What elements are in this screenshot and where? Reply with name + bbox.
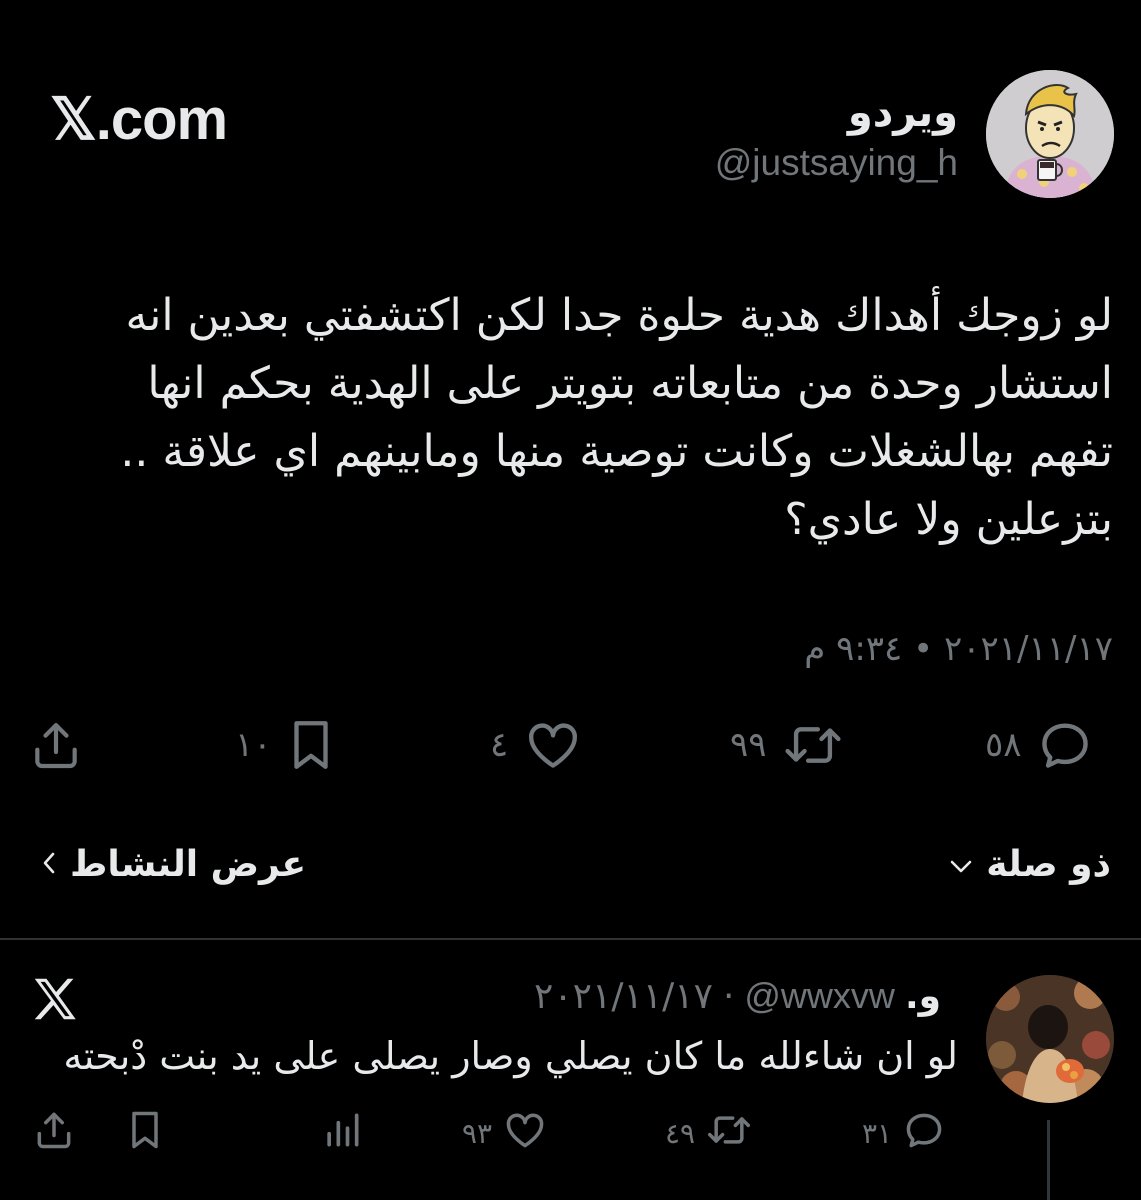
tweet-text-line: لو زوجك أهداك هدية حلوة جدا لكن اكتشفتي …	[125, 290, 1114, 341]
reply-button[interactable]: ٥٨	[985, 715, 1094, 775]
activity-label: عرض النشاط	[70, 844, 307, 885]
reply-retweet-count: ٤٩	[665, 1116, 696, 1150]
reply-reply-count: ٣١	[862, 1116, 893, 1150]
share-icon	[28, 716, 84, 774]
tweet-text-line: تفهم بهالشغلات وكانت توصية منها ومابينهم…	[120, 426, 1113, 477]
tweet-timestamp[interactable]: ٢٠٢١/١١/١٧ • ٩:٣٤ م	[804, 624, 1113, 674]
reply-display-name[interactable]: و.	[905, 973, 941, 1021]
reply-like-button[interactable]: ٩٣	[462, 1108, 548, 1158]
tweet-text: لو زوجك أهداك هدية حلوة جدا لكن اكتشفتي …	[23, 282, 1113, 554]
reply-date[interactable]: ٢٠٢١/١١/١٧	[534, 973, 713, 1021]
author-display-name[interactable]: ويردو	[848, 88, 958, 138]
reply-count: ٥٨	[985, 725, 1022, 765]
heart-icon	[502, 1108, 548, 1159]
reply-author-avatar[interactable]	[986, 975, 1114, 1103]
share-icon	[32, 1108, 76, 1159]
tweet-text-line: بتزعلين ولا عادي؟	[784, 494, 1113, 545]
thread-line	[1047, 1120, 1050, 1200]
reply-text: لو ان شاءلله ما كان يصلي وصار يصلى على ي…	[63, 1034, 958, 1078]
chevron-left-icon	[40, 840, 58, 890]
divider	[0, 938, 1141, 940]
x-logo-icon	[28, 972, 82, 1026]
reply-reply-button[interactable]: ٣١	[862, 1108, 946, 1158]
views-icon	[322, 1108, 362, 1159]
tweet-text-line: استشار وحدة من متابعاته بتويتر على الهدي…	[147, 358, 1113, 409]
reply-retweet-button[interactable]: ٤٩	[665, 1108, 753, 1158]
retweet-icon	[705, 1108, 753, 1159]
bookmark-button[interactable]: ١٠	[235, 715, 336, 775]
reply-icon	[1036, 716, 1094, 774]
reply-header: و. @wwxvw · ٢٠٢١/١١/١٧	[534, 972, 941, 1021]
reply-separator-dot: ·	[722, 976, 735, 1017]
reply-handle[interactable]: @wwxvw	[744, 972, 895, 1020]
heart-icon	[522, 716, 584, 774]
like-count: ٤	[490, 725, 509, 765]
reply-like-count: ٩٣	[462, 1116, 493, 1150]
avatar-illustration	[986, 70, 1114, 198]
bookmark-icon	[125, 1108, 165, 1159]
reply-bookmark-button[interactable]	[125, 1108, 165, 1158]
share-button[interactable]	[28, 715, 84, 775]
related-label: ذو صلة	[986, 844, 1111, 885]
view-activity-link[interactable]: عرض النشاط	[40, 840, 306, 890]
bookmark-count: ١٠	[235, 725, 272, 765]
reply-avatar-photo	[986, 975, 1114, 1103]
brand-label: 𝕏.com	[50, 87, 228, 152]
retweet-icon	[781, 716, 845, 774]
author-handle[interactable]: @justsaying_h	[715, 140, 958, 186]
reply-icon	[902, 1108, 946, 1159]
like-button[interactable]: ٤	[490, 715, 584, 775]
retweet-count: ٩٩	[730, 725, 767, 765]
reply-views-button[interactable]	[322, 1108, 362, 1158]
related-dropdown[interactable]: ذو صلة	[948, 840, 1111, 890]
chevron-down-icon	[948, 840, 974, 890]
reply-share-button[interactable]	[32, 1108, 76, 1158]
bookmark-icon	[286, 716, 336, 774]
author-avatar[interactable]	[986, 70, 1114, 198]
retweet-button[interactable]: ٩٩	[730, 715, 845, 775]
